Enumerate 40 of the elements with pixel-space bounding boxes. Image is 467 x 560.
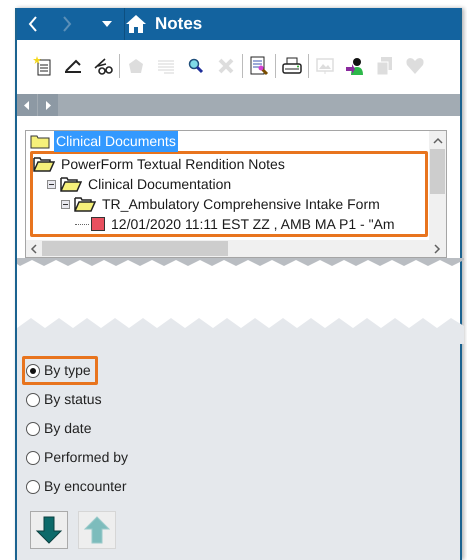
radio-option[interactable]: By type	[22, 356, 98, 385]
radio-option[interactable]: Performed by	[22, 443, 136, 472]
glasses-icon[interactable]	[93, 56, 113, 76]
tree-item[interactable]: TR_Ambulatory Comprehensive Intake Form	[100, 194, 382, 214]
printer-icon[interactable]	[282, 56, 302, 76]
horizontal-scrollbar[interactable]	[26, 240, 446, 257]
scroll-left-icon[interactable]	[30, 244, 38, 254]
tree-item[interactable]: Clinical Documentation	[86, 174, 234, 194]
window-title: Notes	[154, 13, 202, 36]
open-folder-icon	[74, 196, 96, 212]
person-icon[interactable]	[345, 56, 365, 76]
vertical-scrollbar[interactable]	[429, 131, 446, 240]
scroll-right-button[interactable]	[38, 94, 59, 116]
home-icon[interactable]	[125, 14, 147, 34]
down-arrow-icon	[34, 515, 64, 545]
collapse-toggle[interactable]	[61, 200, 70, 208]
scrollbar-thumb[interactable]	[430, 149, 445, 194]
scroll-up-icon[interactable]	[432, 137, 442, 145]
tree-item[interactable]: 12/01/2020 11:11 EST ZZ , AMB MA P1 - "Am	[109, 214, 397, 234]
document-icon[interactable]	[249, 56, 269, 76]
scroll-left-button[interactable]	[17, 94, 38, 116]
radio-option[interactable]: By status	[22, 385, 109, 414]
folder-icon	[30, 133, 50, 149]
caret-icon[interactable]	[101, 20, 113, 28]
collapse-toggle[interactable]	[47, 180, 56, 188]
back-icon[interactable]	[27, 15, 39, 33]
open-folder-icon	[33, 156, 55, 172]
document-icon	[91, 217, 105, 231]
tree-item[interactable]: PowerForm Textual Rendition Notes	[59, 154, 287, 174]
new-note-icon[interactable]	[33, 56, 53, 76]
left-arrow-icon	[24, 100, 30, 110]
up-arrow-icon	[82, 515, 112, 545]
radio-option[interactable]: By date	[22, 414, 98, 443]
open-folder-icon	[60, 176, 82, 192]
scroll-right-icon[interactable]	[433, 244, 441, 254]
right-arrow-icon	[45, 100, 51, 110]
scrollbar-thumb[interactable]	[42, 241, 228, 256]
move-down-button[interactable]	[30, 511, 68, 549]
radio-option[interactable]: By encounter	[22, 472, 134, 501]
search-icon[interactable]	[186, 56, 206, 76]
